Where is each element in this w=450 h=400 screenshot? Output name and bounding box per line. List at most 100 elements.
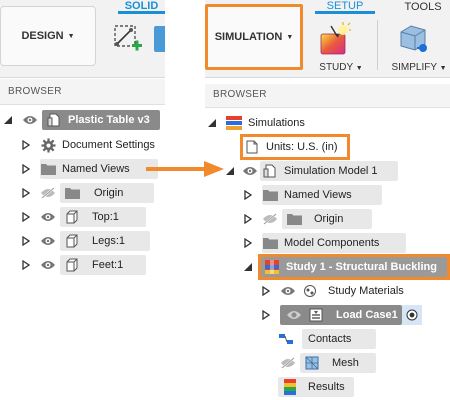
tree-model-row[interactable]: Simulation Model 1 [224, 161, 398, 181]
active-radio-icon[interactable] [402, 305, 422, 325]
tree-simulations-label: Simulations [248, 117, 305, 129]
eye-icon[interactable] [242, 163, 258, 179]
tree-item-label: Named Views [284, 189, 352, 201]
tree-item-document-settings[interactable]: Document Settings [20, 135, 155, 155]
tree-item-feet[interactable]: Feet:1 [20, 255, 146, 275]
tree-simulations-row[interactable]: Simulations [206, 113, 305, 133]
tree-model-label: Simulation Model 1 [284, 165, 378, 177]
folder-icon [286, 211, 302, 227]
expand-triangle-icon[interactable] [242, 213, 254, 225]
solid-tool-icon[interactable] [154, 26, 165, 52]
load-case-icon [308, 307, 324, 323]
tree-item-label: Study Materials [328, 285, 404, 297]
tree-item-top[interactable]: Top:1 [20, 207, 146, 227]
collapse-triangle-icon[interactable] [2, 114, 14, 126]
gear-icon [40, 137, 56, 153]
body-icon [64, 209, 80, 225]
left-toolbar: DESIGN ▼ SOLID [0, 0, 165, 78]
tree-root-row[interactable]: Plastic Table v3 [2, 110, 160, 130]
tree-item-label: Top:1 [92, 211, 119, 223]
tree-item-label: Contacts [308, 333, 352, 345]
folder-icon [262, 235, 278, 251]
expand-triangle-icon[interactable] [242, 237, 254, 249]
expand-triangle-icon[interactable] [20, 211, 32, 223]
folder-icon [40, 161, 56, 177]
eye-hidden-icon[interactable] [262, 211, 278, 227]
expand-triangle-icon[interactable] [20, 259, 32, 271]
tree-item-label: Load Case1 [336, 309, 398, 321]
tree-item-results[interactable]: Results [278, 377, 354, 397]
tree-item-label: Feet:1 [92, 259, 124, 271]
study-icon [264, 259, 280, 275]
study-icon[interactable] [319, 22, 351, 56]
toolbar-divider [377, 20, 378, 70]
body-icon [64, 257, 80, 273]
eye-icon[interactable] [40, 209, 56, 225]
caret-down-icon: ▼ [67, 32, 75, 40]
simplify-icon[interactable] [397, 22, 429, 56]
simulation-workspace-button[interactable]: SIMULATION ▼ [205, 4, 303, 70]
expand-triangle-icon[interactable] [260, 285, 272, 297]
tab-setup[interactable]: SETUP [315, 0, 375, 14]
tree-item-study-materials[interactable]: Study Materials [260, 281, 404, 301]
tree-item-load-case[interactable]: Load Case1 [260, 305, 422, 325]
expand-triangle-icon[interactable] [260, 309, 272, 321]
simulation-workspace-label: SIMULATION [214, 31, 283, 43]
tree-item-contacts[interactable]: Contacts [278, 329, 376, 349]
tree-study-label: Study 1 - Structural Buckling [286, 261, 437, 273]
collapse-triangle-icon[interactable] [206, 117, 218, 129]
tree-item-label: Document Settings [62, 139, 155, 151]
mesh-icon [304, 355, 320, 371]
materials-icon [302, 283, 318, 299]
expand-triangle-icon[interactable] [20, 163, 32, 175]
contacts-icon [278, 331, 294, 347]
expand-triangle-icon[interactable] [20, 139, 32, 151]
tree-study-row[interactable]: Study 1 - Structural Buckling [242, 257, 450, 277]
left-browser-header: BROWSER [0, 79, 165, 105]
collapse-triangle-icon[interactable] [242, 261, 254, 273]
create-sketch-icon[interactable] [112, 22, 144, 54]
body-icon [64, 233, 80, 249]
tree-item-model-components[interactable]: Model Components [242, 233, 406, 253]
component-icon [262, 163, 278, 179]
eye-hidden-icon[interactable] [40, 185, 56, 201]
design-workspace-button[interactable]: DESIGN ▼ [0, 6, 96, 66]
eye-icon[interactable] [40, 257, 56, 273]
expand-triangle-icon[interactable] [20, 235, 32, 247]
results-icon [282, 379, 298, 395]
right-browser-header: BROWSER [205, 84, 450, 108]
tree-item-mesh[interactable]: Mesh [278, 353, 376, 373]
tree-item-origin[interactable]: Origin [242, 209, 372, 229]
tree-units-row[interactable]: Units: U.S. (in) [244, 137, 338, 157]
expand-triangle-icon[interactable] [242, 189, 254, 201]
tree-item-label: Origin [314, 213, 344, 225]
folder-icon [64, 185, 80, 201]
tree-item-label: Mesh [332, 357, 359, 369]
tree-item-named-views[interactable]: Named Views [242, 185, 382, 205]
tree-units-label: Units: U.S. (in) [266, 141, 338, 153]
design-workspace-label: DESIGN [21, 30, 64, 42]
eye-icon[interactable] [286, 307, 302, 323]
document-icon [244, 139, 260, 155]
expand-triangle-icon[interactable] [20, 187, 32, 199]
tree-item-origin[interactable]: Origin [20, 183, 154, 203]
tree-item-label: Named Views [62, 163, 130, 175]
tree-root-label: Plastic Table v3 [68, 114, 150, 126]
study-button-label[interactable]: STUDY ▼ [311, 62, 371, 73]
tab-tools[interactable]: TOOLS [401, 0, 445, 14]
right-toolbar: SIMULATION ▼ SETUP TOOLS STUDY ▼ SIMPLIF… [205, 0, 450, 78]
eye-icon[interactable] [40, 233, 56, 249]
eye-icon[interactable] [280, 283, 296, 299]
collapse-triangle-icon[interactable] [224, 165, 236, 177]
simplify-button-label[interactable]: SIMPLIFY ▼ [389, 62, 449, 73]
tree-item-named-views[interactable]: Named Views [20, 159, 158, 179]
eye-hidden-icon[interactable] [280, 355, 296, 371]
component-icon [46, 112, 62, 128]
caret-down-icon: ▼ [286, 33, 294, 41]
tree-item-label: Results [308, 381, 345, 393]
tab-solid[interactable]: SOLID [118, 0, 165, 14]
tree-item-legs[interactable]: Legs:1 [20, 231, 150, 251]
tree-item-label: Model Components [284, 237, 380, 249]
tree-item-label: Legs:1 [92, 235, 126, 247]
eye-icon[interactable] [22, 112, 38, 128]
